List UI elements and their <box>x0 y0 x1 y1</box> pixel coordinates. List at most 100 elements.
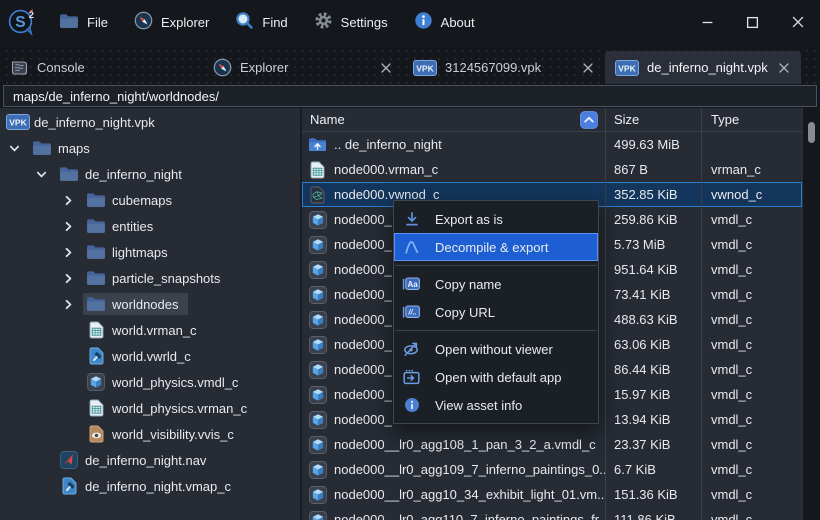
folderup-icon <box>308 137 327 152</box>
openapp-icon <box>402 369 421 385</box>
tree-item-world-physics-vrman-c[interactable]: world_physics.vrman_c <box>0 395 300 421</box>
tab-close-button[interactable] <box>579 59 597 77</box>
file-size: 23.37 KiB <box>605 432 701 457</box>
tree-item-label: world_physics.vmdl_c <box>112 374 239 390</box>
context-menu-item-decompile-export[interactable]: Decompile & export <box>394 233 598 261</box>
tree-item-maps[interactable]: maps <box>0 135 300 161</box>
tree-item-de-inferno-night-nav[interactable]: de_inferno_night.nav <box>0 447 300 473</box>
vertical-scrollbar[interactable] <box>802 108 820 520</box>
file-type: vmdl_c <box>701 357 802 382</box>
context-menu-item-copy-url[interactable]: //.. Copy URL <box>394 298 598 326</box>
file-size: 63.06 KiB <box>605 332 701 357</box>
file-row[interactable]: node000__lr0_agg10_34_exhibit_light_01.v… <box>302 482 802 507</box>
tree-item-world-vwrld-c[interactable]: world.vwrld_c <box>0 343 300 369</box>
context-menu-item-open-without-viewer[interactable]: Open without viewer <box>394 335 598 363</box>
tree-item-worldnodes[interactable]: worldnodes <box>0 291 300 317</box>
tree-item-lightmaps[interactable]: lightmaps <box>0 239 300 265</box>
tree-item-label: de_inferno_night.vpk <box>34 114 155 130</box>
folder-icon <box>59 166 79 182</box>
file-size: 499.63 MiB <box>605 132 701 157</box>
tab-console[interactable]: Console <box>0 51 203 84</box>
folder-icon <box>86 270 106 286</box>
vmap-icon <box>59 477 79 495</box>
minimize-button[interactable] <box>685 0 730 44</box>
tree-item-de-inferno-night-vpk[interactable]: VPK de_inferno_night.vpk <box>0 109 300 135</box>
menu-explorer[interactable]: Explorer <box>121 0 222 44</box>
menu-label: Find <box>262 14 288 30</box>
file-name: node000_ <box>334 237 392 252</box>
context-menu-item-copy-name[interactable]: Aa Copy name <box>394 270 598 298</box>
column-header-name[interactable]: Name <box>302 108 605 131</box>
tab-3124567099-vpk[interactable]: VPK 3124567099.vpk <box>403 51 605 84</box>
sort-ascending-icon[interactable] <box>580 110 598 129</box>
decompile-icon <box>402 239 421 255</box>
tree-item-particle-snapshots[interactable]: particle_snapshots <box>0 265 300 291</box>
menu-label: File <box>87 14 108 30</box>
vmdl-icon <box>308 435 327 454</box>
scrollbar-thumb[interactable] <box>808 122 815 143</box>
file-name: node000_ <box>334 262 392 277</box>
folder-icon <box>59 13 79 32</box>
file-size: 5.73 MiB <box>605 232 701 257</box>
file-size: 73.41 KiB <box>605 282 701 307</box>
copyname-icon: Aa <box>402 276 421 292</box>
tree-item-entities[interactable]: entities <box>0 213 300 239</box>
tree-item-world-physics-vmdl-c[interactable]: world_physics.vmdl_c <box>0 369 300 395</box>
svg-text:Aa: Aa <box>407 280 418 289</box>
file-size: 259.86 KiB <box>605 207 701 232</box>
vmap-icon <box>86 347 106 365</box>
context-menu-item-export-as-is[interactable]: Export as is <box>394 205 598 233</box>
eyeslash-icon <box>402 341 421 357</box>
vpk-icon: VPK <box>615 59 639 76</box>
file-row[interactable]: node000__lr0_agg108_1_pan_3_2_a.vmdl_c 23… <box>302 432 802 457</box>
file-row[interactable]: node000__lr0_agg109_7_inferno_paintings_… <box>302 457 802 482</box>
menu-separator <box>395 330 597 331</box>
menu-row: File Explorer Find Settings About <box>46 0 488 44</box>
file-row[interactable]: .. de_inferno_night 499.63 MiB <box>302 132 802 157</box>
file-name: node000__lr0_agg108_1_pan_3_2_a.vmdl_c <box>334 437 596 452</box>
file-name: node000_ <box>334 287 392 302</box>
tab-close-button[interactable] <box>775 59 793 77</box>
column-header-size[interactable]: Size <box>605 108 701 131</box>
menu-separator <box>395 265 597 266</box>
path-input[interactable] <box>3 85 817 107</box>
tab-de-inferno-night-vpk[interactable]: VPK de_inferno_night.vpk <box>605 51 801 84</box>
file-type: vmdl_c <box>701 432 802 457</box>
file-name: node000__lr0_agg109_7_inferno_paintings_… <box>334 462 605 477</box>
menu-find[interactable]: Find <box>222 0 300 44</box>
maximize-button[interactable] <box>730 0 775 44</box>
context-menu-item-open-with-default-app[interactable]: Open with default app <box>394 363 598 391</box>
column-header-type[interactable]: Type <box>701 108 802 131</box>
tree-item-de-inferno-night-vmap-c[interactable]: de_inferno_night.vmap_c <box>0 473 300 499</box>
vmdl-icon <box>308 510 327 520</box>
svg-text:S: S <box>15 14 25 31</box>
menu-settings[interactable]: Settings <box>301 0 401 44</box>
tree-item-cubemaps[interactable]: cubemaps <box>0 187 300 213</box>
menu-file[interactable]: File <box>46 0 121 44</box>
nav-icon <box>59 451 79 469</box>
context-menu-item-view-asset-info[interactable]: View asset info <box>394 391 598 419</box>
vrman-icon <box>86 321 106 339</box>
window-controls <box>685 0 820 44</box>
tab-bar: Console Explorer VPK 3124567099.vpk VPK de_in… <box>0 44 820 84</box>
file-name: node000_ <box>334 387 392 402</box>
file-row[interactable]: node000__lr0_agg110_7_inferno_paintings_… <box>302 507 802 520</box>
tree-item-de-inferno-night[interactable]: de_inferno_night <box>0 161 300 187</box>
tab-close-button[interactable] <box>377 59 395 77</box>
tab-explorer[interactable]: Explorer <box>203 51 403 84</box>
folder-icon <box>86 192 106 208</box>
tree-item-world-visibility-vvis-c[interactable]: world_visibility.vvis_c <box>0 421 300 447</box>
file-size: 488.63 KiB <box>605 307 701 332</box>
context-menu-label: Copy name <box>435 276 502 292</box>
close-button[interactable] <box>775 0 820 44</box>
tree-item-world-vrman-c[interactable]: world.vrman_c <box>0 317 300 343</box>
file-row[interactable]: node000.vrman_c 867 Bvrman_c <box>302 157 802 182</box>
vmdl-icon <box>308 310 327 329</box>
gear-icon <box>314 11 333 33</box>
file-size: 151.36 KiB <box>605 482 701 507</box>
file-size: 86.44 KiB <box>605 357 701 382</box>
file-type: vrman_c <box>701 157 802 182</box>
svg-text:2: 2 <box>28 9 33 19</box>
menu-about[interactable]: About <box>401 0 488 44</box>
folder-icon <box>86 218 106 234</box>
